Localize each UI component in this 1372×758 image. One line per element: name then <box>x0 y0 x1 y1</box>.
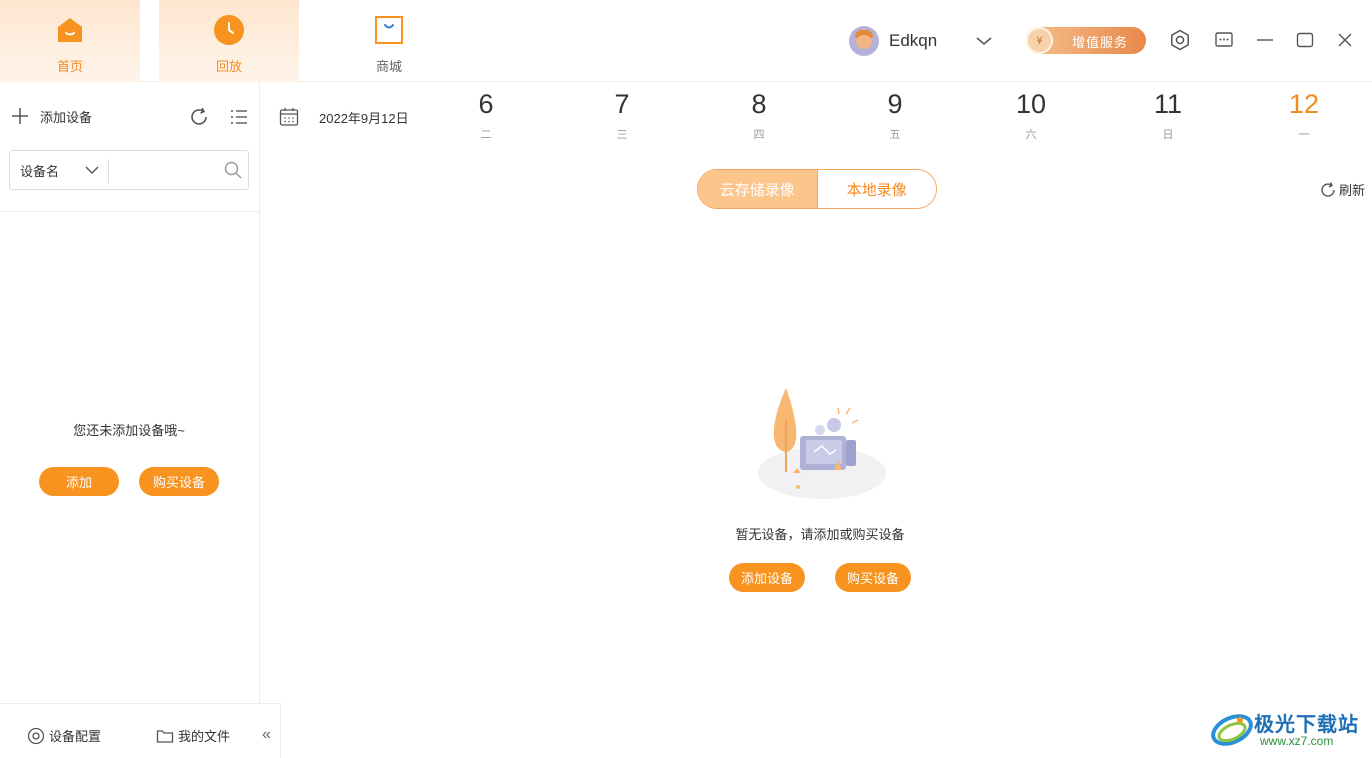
main-empty-message: 暂无设备，请添加或购买设备 <box>735 527 905 542</box>
search-input[interactable] <box>112 155 222 185</box>
day-7[interactable]: 7 三 <box>592 86 652 142</box>
list-view-icon[interactable] <box>228 106 250 128</box>
search-type-select[interactable]: 设备名 <box>10 151 108 189</box>
tab-playback-label: 回放 <box>215 59 242 74</box>
message-button[interactable] <box>1212 28 1236 52</box>
plus-icon <box>12 108 28 124</box>
day-6[interactable]: 6 二 <box>456 86 516 142</box>
day-number: 8 <box>751 89 767 119</box>
day-weekday: 二 <box>480 129 492 141</box>
vip-label: 增值服务 <box>1072 35 1129 50</box>
device-sidebar: 添加设备 设备名 您还未添加设备哦~ 添加 购买设备 设备配置 我的文件 « <box>0 82 281 758</box>
close-icon <box>1338 33 1352 47</box>
my-files-button[interactable]: 我的文件 <box>156 726 230 745</box>
main-buy-device-button[interactable]: 购买设备 <box>835 563 911 592</box>
watermark-url: www.xz7.com <box>1260 734 1334 748</box>
empty-devices-illustration <box>758 388 886 499</box>
day-12-selected[interactable]: 12 一 <box>1274 86 1334 142</box>
collapse-sidebar-button[interactable]: « <box>262 726 271 744</box>
add-device-label: 添加设备 <box>40 109 93 125</box>
message-icon <box>1215 32 1233 47</box>
gear-icon <box>1171 29 1189 51</box>
day-weekday: 四 <box>753 129 765 141</box>
top-bar: 首页 回放 商城 Edkqn ¥ 增值服务 <box>0 0 1372 82</box>
sidebar-empty-message: 您还未添加设备哦~ <box>73 423 185 438</box>
current-date[interactable]: 2022年9月12日 <box>319 108 409 127</box>
tab-store-label: 商城 <box>375 59 402 74</box>
maximize-icon <box>1296 32 1314 48</box>
device-config-button[interactable]: 设备配置 <box>27 726 101 745</box>
watermark-logo-icon <box>1211 714 1253 746</box>
minimize-button[interactable] <box>1253 28 1277 52</box>
day-weekday: 三 <box>616 129 628 141</box>
buy-device-button[interactable]: 购买设备 <box>139 467 219 496</box>
folder-icon <box>156 729 174 743</box>
user-profile[interactable]: Edkqn <box>849 26 937 56</box>
day-number: 12 <box>1288 89 1320 119</box>
sidebar-footer: 设备配置 我的文件 « <box>0 703 281 758</box>
chevron-down-icon[interactable] <box>975 32 993 50</box>
shopping-bag-icon <box>375 16 403 44</box>
value-added-service-button[interactable]: ¥ 增值服务 <box>1026 27 1146 54</box>
tab-playback[interactable]: 回放 <box>159 0 299 82</box>
add-button[interactable]: 添加 <box>39 467 119 496</box>
search-icon[interactable] <box>224 161 242 179</box>
device-search: 设备名 <box>9 150 249 190</box>
day-weekday: 一 <box>1298 129 1310 141</box>
add-device-button[interactable]: 添加设备 <box>729 563 805 592</box>
gear-icon <box>27 727 45 744</box>
tab-home[interactable]: 首页 <box>0 0 140 82</box>
tab-home-label: 首页 <box>56 59 83 74</box>
tab-store[interactable]: 商城 <box>319 0 459 82</box>
day-weekday: 日 <box>1162 129 1174 141</box>
settings-button[interactable] <box>1168 28 1192 52</box>
site-watermark: 极光下载站 www.xz7.com <box>1210 704 1370 754</box>
day-number: 6 <box>478 89 494 119</box>
clock-icon <box>214 15 244 45</box>
refresh-label: 刷新 <box>1339 183 1366 198</box>
calendar-icon[interactable] <box>279 107 299 127</box>
day-number: 9 <box>887 89 903 119</box>
search-type-value: 设备名 <box>20 163 60 179</box>
refresh-icon <box>1321 181 1335 197</box>
username: Edkqn <box>889 31 938 50</box>
minimize-icon <box>1257 39 1273 41</box>
chevron-down-icon <box>85 166 99 174</box>
day-10[interactable]: 10 六 <box>1001 86 1061 142</box>
home-icon <box>58 18 82 42</box>
coin-icon: ¥ <box>1026 27 1053 54</box>
maximize-button[interactable] <box>1293 28 1317 52</box>
day-weekday: 五 <box>889 129 901 141</box>
day-number: 10 <box>1015 89 1047 119</box>
recording-source-toggle: 云存储录像 本地录像 <box>697 169 937 209</box>
sidebar-divider <box>0 211 259 212</box>
tab-local-recording[interactable]: 本地录像 <box>816 170 936 208</box>
device-config-label: 设备配置 <box>49 729 102 744</box>
avatar <box>849 26 879 56</box>
watermark-title: 极光下载站 <box>1254 714 1359 736</box>
my-files-label: 我的文件 <box>178 729 231 744</box>
day-11[interactable]: 11 日 <box>1138 86 1198 142</box>
refresh-button[interactable]: 刷新 <box>1319 180 1365 199</box>
close-button[interactable] <box>1333 28 1357 52</box>
day-number: 11 <box>1153 89 1183 119</box>
tab-cloud-recording[interactable]: 云存储录像 <box>698 170 817 208</box>
day-number: 7 <box>614 89 630 119</box>
search-divider <box>108 159 109 183</box>
refresh-icon[interactable] <box>188 106 210 128</box>
day-weekday: 六 <box>1025 129 1037 141</box>
day-8[interactable]: 8 四 <box>729 86 789 142</box>
day-9[interactable]: 9 五 <box>865 86 925 142</box>
add-device-link[interactable]: 添加设备 <box>10 106 92 126</box>
